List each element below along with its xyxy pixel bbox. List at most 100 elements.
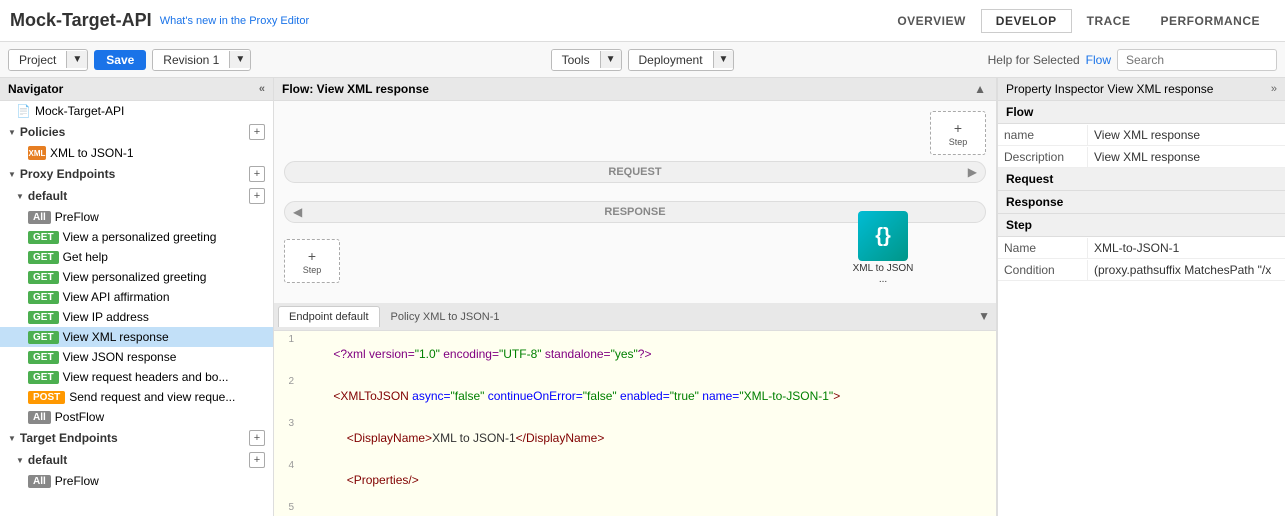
line-content-5: <Format>yahoo</Format> [300,501,996,516]
main-layout: Navigator « 📄 Mock-Target-API ▼ Policies… [0,78,1285,516]
navigator-title: Navigator [8,82,63,96]
add-proxy-endpoint-button[interactable]: + [249,166,265,182]
prop-response-section: Response [998,191,1285,214]
deployment-dropdown[interactable]: Deployment ▼ [628,49,735,71]
deployment-button[interactable]: Deployment [629,50,713,70]
tools-dropdown-arrow[interactable]: ▼ [600,51,621,68]
nav-xml-to-json[interactable]: XML XML to JSON-1 [0,143,273,163]
default-triangle: ▼ [16,192,24,201]
nav-ip-address[interactable]: GET View IP address [0,307,273,327]
badge-get-6: GET [28,331,59,344]
target-endpoints-label: Target Endpoints [20,431,118,445]
request-arrow-icon: ▶ [968,165,977,179]
flow-link[interactable]: Flow [1086,53,1111,67]
add-policy-button[interactable]: + [249,124,265,140]
navigator-collapse[interactable]: « [259,83,265,95]
tab-policy-xml[interactable]: Policy XML to JSON-1 [380,306,511,327]
toolbar-right: Help for Selected Flow [740,49,1277,71]
personalized-greeting-label: View a personalized greeting [63,230,217,244]
nav-policies-section[interactable]: ▼ Policies + [0,121,273,143]
nav-personalized-greeting[interactable]: GET View a personalized greeting [0,227,273,247]
line-num-3: 3 [274,417,300,429]
code-editor[interactable]: 1 <?xml version="1.0" encoding="UTF-8" s… [274,331,996,516]
flow-title: Flow: View XML response [282,82,429,96]
prop-desc-val: View XML response [1088,147,1285,167]
nav-view-personalized-greeting[interactable]: GET View personalized greeting [0,267,273,287]
prop-condition-val: (proxy.pathsuffix MatchesPath "/x [1088,260,1285,280]
nav-postflow[interactable]: All PostFlow [0,407,273,427]
deployment-dropdown-arrow[interactable]: ▼ [713,51,734,68]
whats-new-link[interactable]: What's new in the Proxy Editor [160,15,309,27]
search-input[interactable] [1117,49,1277,71]
prop-step-section: Step [998,214,1285,237]
property-inspector-panel: Property Inspector View XML response » F… [997,78,1285,516]
badge-all-target: All [28,475,51,488]
badge-get-4: GET [28,291,59,304]
target-triangle: ▼ [8,434,16,443]
step-box-bottom[interactable]: + Step [284,239,340,283]
prop-name-key: name [998,125,1088,145]
nav-view-headers[interactable]: GET View request headers and bo... [0,367,273,387]
nav-get-help[interactable]: GET Get help [0,247,273,267]
add-target-endpoint-button[interactable]: + [249,430,265,446]
prop-step-name-val: XML-to-JSON-1 [1088,238,1285,258]
xml-response-label: View XML response [63,330,169,344]
nav-proxy-endpoints-section[interactable]: ▼ Proxy Endpoints + [0,163,273,185]
tab-develop[interactable]: DEVELOP [981,9,1072,33]
nav-default-section[interactable]: ▼ default + [0,185,273,207]
code-line-5: 5 <Format>yahoo</Format> [274,501,996,516]
project-dropdown[interactable]: Project ▼ [8,49,88,71]
revision-button[interactable]: Revision 1 [153,50,229,70]
tab-trace[interactable]: TRACE [1072,9,1146,33]
nav-target-endpoints-section[interactable]: ▼ Target Endpoints + [0,427,273,449]
line-content-4: <Properties/> [300,459,996,501]
add-target-default-button[interactable]: + [249,452,265,468]
tab-endpoint-default[interactable]: Endpoint default [278,306,380,327]
nav-send-request[interactable]: POST Send request and view reque... [0,387,273,407]
tab-overview[interactable]: OVERVIEW [882,9,980,33]
revision-dropdown-arrow[interactable]: ▼ [229,51,250,68]
tools-button[interactable]: Tools [552,50,600,70]
policy-icon[interactable]: {} [858,211,908,261]
request-label: REQUEST [608,166,661,178]
project-dropdown-arrow[interactable]: ▼ [66,51,87,68]
tab-performance[interactable]: PERFORMANCE [1145,9,1275,33]
prop-collapse[interactable]: » [1271,83,1277,95]
nav-json-response[interactable]: GET View JSON response [0,347,273,367]
target-preflow-label: PreFlow [55,474,99,488]
tools-dropdown[interactable]: Tools ▼ [551,49,622,71]
flow-collapse-btn[interactable]: ▲ [972,82,988,96]
revision-dropdown[interactable]: Revision 1 ▼ [152,49,251,71]
navigator-header: Navigator « [0,78,273,101]
badge-get-3: GET [28,271,59,284]
code-tabs: Endpoint default Policy XML to JSON-1 ▼ [274,303,996,331]
send-request-label: Send request and view reque... [69,390,235,404]
flow-canvas: + Step REQUEST ▶ ◀ RESPONSE + Step [274,101,996,303]
prop-header: Property Inspector View XML response » [998,78,1285,101]
save-button[interactable]: Save [94,50,146,70]
add-default-button[interactable]: + [249,188,265,204]
page-icon: 📄 [16,104,31,118]
step-box-top[interactable]: + Step [930,111,986,155]
prop-step-name-row: Name XML-to-JSON-1 [998,237,1285,259]
code-line-3: 3 <DisplayName>XML to JSON-1</DisplayNam… [274,417,996,459]
postflow-label: PostFlow [55,410,104,424]
policies-triangle: ▼ [8,128,16,137]
app-title: Mock-Target-API [10,10,152,31]
nav-api-affirmation[interactable]: GET View API affirmation [0,287,273,307]
prop-name-val: View XML response [1088,125,1285,145]
prop-desc-key: Description [998,147,1088,167]
line-num-5: 5 [274,501,300,513]
nav-target-preflow[interactable]: All PreFlow [0,471,273,491]
nav-api-label: Mock-Target-API [35,104,124,118]
code-panel-collapse[interactable]: ▼ [976,309,992,323]
badge-get-2: GET [28,251,59,264]
view-headers-label: View request headers and bo... [63,370,229,384]
nav-target-default-section[interactable]: ▼ default + [0,449,273,471]
proxy-actions: + [249,166,265,182]
get-help-label: Get help [63,250,108,264]
nav-preflow[interactable]: All PreFlow [0,207,273,227]
project-button[interactable]: Project [9,50,66,70]
nav-xml-response[interactable]: GET View XML response [0,327,273,347]
nav-api-item[interactable]: 📄 Mock-Target-API [0,101,273,121]
